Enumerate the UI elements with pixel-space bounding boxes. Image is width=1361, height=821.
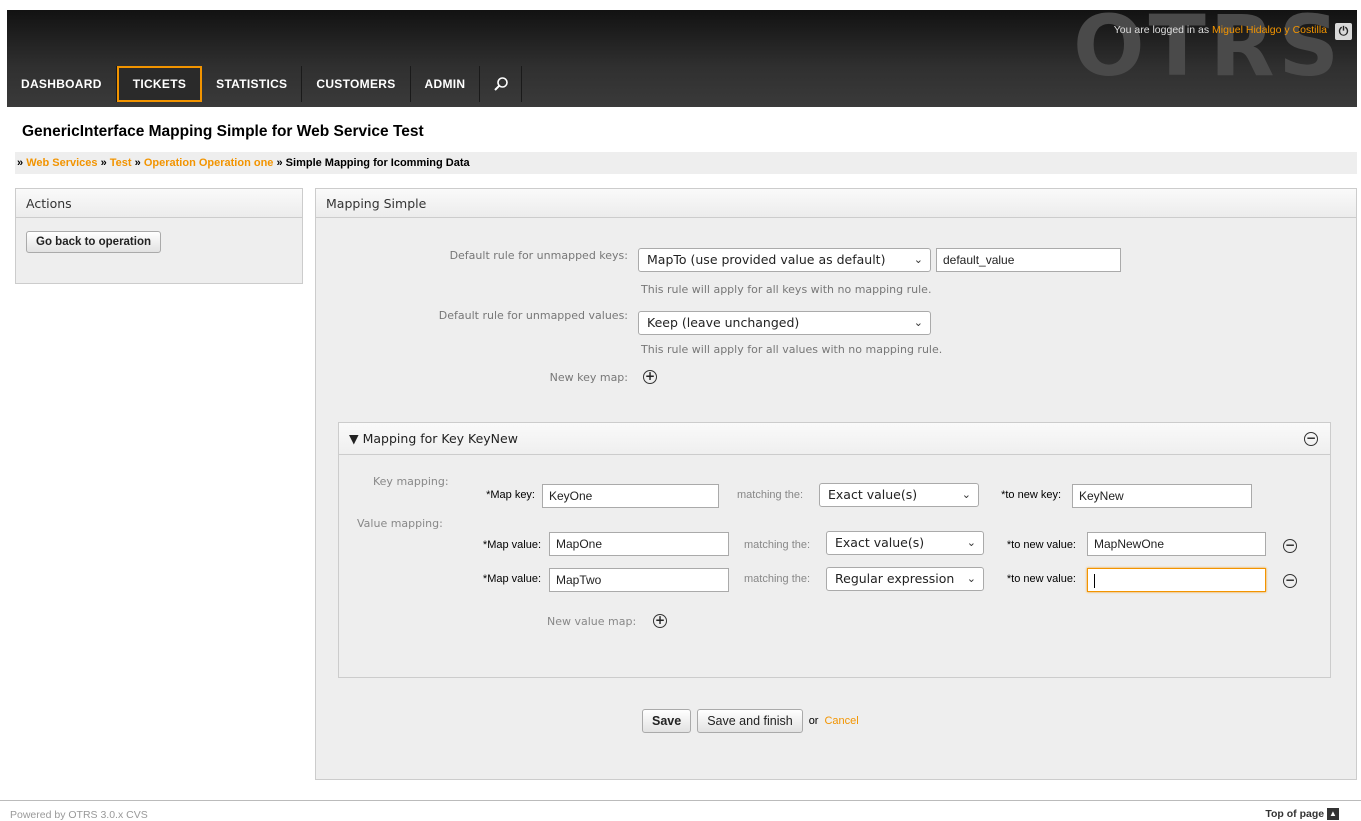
mapping-panel: Mapping Simple Default rule for unmapped… <box>315 188 1357 780</box>
remove-key-map-icon[interactable]: − <box>1304 432 1318 446</box>
chevron-down-icon: ⌄ <box>913 253 923 266</box>
chevron-down-icon: ⌄ <box>913 316 923 329</box>
to-new-value-label: *to new value: <box>987 573 1076 585</box>
breadcrumb-separator: » <box>17 157 24 169</box>
map-key-label-text: Map key: <box>490 489 535 501</box>
new-value-input[interactable]: MapNewOne <box>1087 532 1266 556</box>
default-keys-hint: This rule will apply for all keys with n… <box>641 283 932 296</box>
default-keys-select[interactable]: MapTo (use provided value as default) ⌄ <box>638 248 931 272</box>
text-caret <box>1094 573 1095 588</box>
remove-value-map-icon[interactable]: − <box>1283 539 1297 553</box>
chevron-down-icon: ⌄ <box>966 572 976 585</box>
default-keys-label: Default rule for unmapped keys: <box>449 249 628 262</box>
powered-by[interactable]: Powered by OTRS 3.0.x CVS <box>10 809 148 821</box>
default-keys-select-value: MapTo (use provided value as default) <box>647 252 886 267</box>
value-match-select[interactable]: Regular expression ⌄ <box>826 567 984 591</box>
value-match-select-value: Exact value(s) <box>835 535 925 550</box>
nav-customers[interactable]: CUSTOMERS <box>302 66 411 102</box>
add-value-map-icon[interactable]: + <box>653 614 667 628</box>
search-icon <box>494 77 508 91</box>
breadcrumb-test[interactable]: Test <box>110 157 132 169</box>
chevron-down-icon: ⌄ <box>961 488 971 501</box>
map-value-label: *Map value: <box>439 573 541 585</box>
panel-title: Mapping Simple <box>316 189 1356 218</box>
matching-label: matching the: <box>737 489 804 501</box>
nav-statistics[interactable]: STATISTICS <box>202 66 303 102</box>
to-new-value-label-text: to new value: <box>1011 539 1076 551</box>
default-values-label: Default rule for unmapped values: <box>438 309 628 322</box>
key-mapping-box: ▼ Mapping for Key KeyNew − Key mapping: … <box>338 422 1331 678</box>
key-mapping-label: Key mapping: <box>373 475 449 488</box>
go-back-button[interactable]: Go back to operation <box>26 231 162 253</box>
value-mapping-label: Value mapping: <box>357 517 443 530</box>
sidebar-title: Actions <box>16 189 302 218</box>
nav-tickets[interactable]: TICKETS <box>116 66 203 102</box>
matching-label: matching the: <box>744 539 811 551</box>
collapse-triangle-icon[interactable]: ▼ <box>349 431 359 446</box>
map-key-input[interactable]: KeyOne <box>542 484 719 508</box>
top-of-page-label: Top of page <box>1265 808 1325 820</box>
power-icon[interactable]: ⏻ <box>1335 23 1352 40</box>
cancel-link[interactable]: Cancel <box>824 715 858 727</box>
value-match-select-value: Regular expression <box>835 571 955 586</box>
breadcrumb-separator: » <box>100 157 107 169</box>
main-navigation: DASHBOARD TICKETS STATISTICS CUSTOMERS A… <box>7 66 523 102</box>
user-name-link[interactable]: Miguel Hidalgo y Costilla <box>1212 24 1327 36</box>
new-key-map-label: New key map: <box>549 371 628 384</box>
nav-search[interactable] <box>480 66 523 102</box>
default-values-select-value: Keep (leave unchanged) <box>647 315 800 330</box>
new-key-input[interactable]: KeyNew <box>1072 484 1252 508</box>
key-match-select[interactable]: Exact value(s) ⌄ <box>819 483 979 507</box>
login-prefix: You are logged in as <box>1113 24 1210 36</box>
breadcrumb: » Web Services » Test » Operation Operat… <box>15 152 1357 174</box>
save-and-finish-button[interactable]: Save and finish <box>697 709 803 733</box>
nav-admin[interactable]: ADMIN <box>411 66 481 102</box>
key-mapping-title: Mapping for Key KeyNew <box>362 431 518 446</box>
key-mapping-header[interactable]: ▼ Mapping for Key KeyNew − <box>339 423 1330 455</box>
to-new-key-label-text: to new key: <box>1005 489 1061 501</box>
breadcrumb-separator: » <box>276 157 283 169</box>
to-new-key-label: *to new key: <box>981 489 1061 501</box>
matching-label: matching the: <box>744 573 811 585</box>
otrs-logo: OTRS <box>1073 10 1343 95</box>
breadcrumb-separator: » <box>134 157 141 169</box>
form-actions: Save Save and finish or Cancel <box>642 709 859 733</box>
arrow-up-icon: ▲ <box>1327 808 1339 821</box>
remove-value-map-icon[interactable]: − <box>1283 574 1297 588</box>
page-title: GenericInterface Mapping Simple for Web … <box>22 123 424 140</box>
map-value-input[interactable]: MapOne <box>549 532 729 556</box>
value-match-select[interactable]: Exact value(s) ⌄ <box>826 531 984 555</box>
default-values-hint: This rule will apply for all values with… <box>641 343 943 356</box>
default-values-select[interactable]: Keep (leave unchanged) ⌄ <box>638 311 931 335</box>
key-match-select-value: Exact value(s) <box>828 487 918 502</box>
map-value-label: *Map value: <box>439 539 541 551</box>
nav-dashboard[interactable]: DASHBOARD <box>7 66 117 102</box>
add-key-map-icon[interactable]: + <box>643 370 657 384</box>
login-info: You are logged in as Miguel Hidalgo y Co… <box>1114 24 1327 36</box>
save-button[interactable]: Save <box>642 709 692 733</box>
breadcrumb-web-services[interactable]: Web Services <box>26 157 97 169</box>
chevron-down-icon: ⌄ <box>966 536 976 549</box>
map-key-label: *Map key: <box>449 489 535 501</box>
footer-divider <box>0 800 1361 801</box>
breadcrumb-operation[interactable]: Operation Operation one <box>144 157 274 169</box>
to-new-value-label-text: to new value: <box>1011 573 1076 585</box>
breadcrumb-current: Simple Mapping for Icomming Data <box>285 157 470 169</box>
new-value-map-label: New value map: <box>547 615 637 628</box>
actions-sidebar: Actions Go back to operation <box>15 188 303 284</box>
to-new-value-label: *to new value: <box>987 539 1076 551</box>
map-value-label-text: Map value: <box>487 539 541 551</box>
map-value-label-text: Map value: <box>487 573 541 585</box>
or-text: or <box>808 715 819 727</box>
new-value-input-focused[interactable] <box>1087 568 1266 592</box>
default-value-input[interactable]: default_value <box>936 248 1121 272</box>
app-header: OTRS You are logged in as Miguel Hidalgo… <box>7 10 1357 107</box>
top-of-page-link[interactable]: Top of page ▲ <box>1265 808 1339 821</box>
map-value-input[interactable]: MapTwo <box>549 568 729 592</box>
